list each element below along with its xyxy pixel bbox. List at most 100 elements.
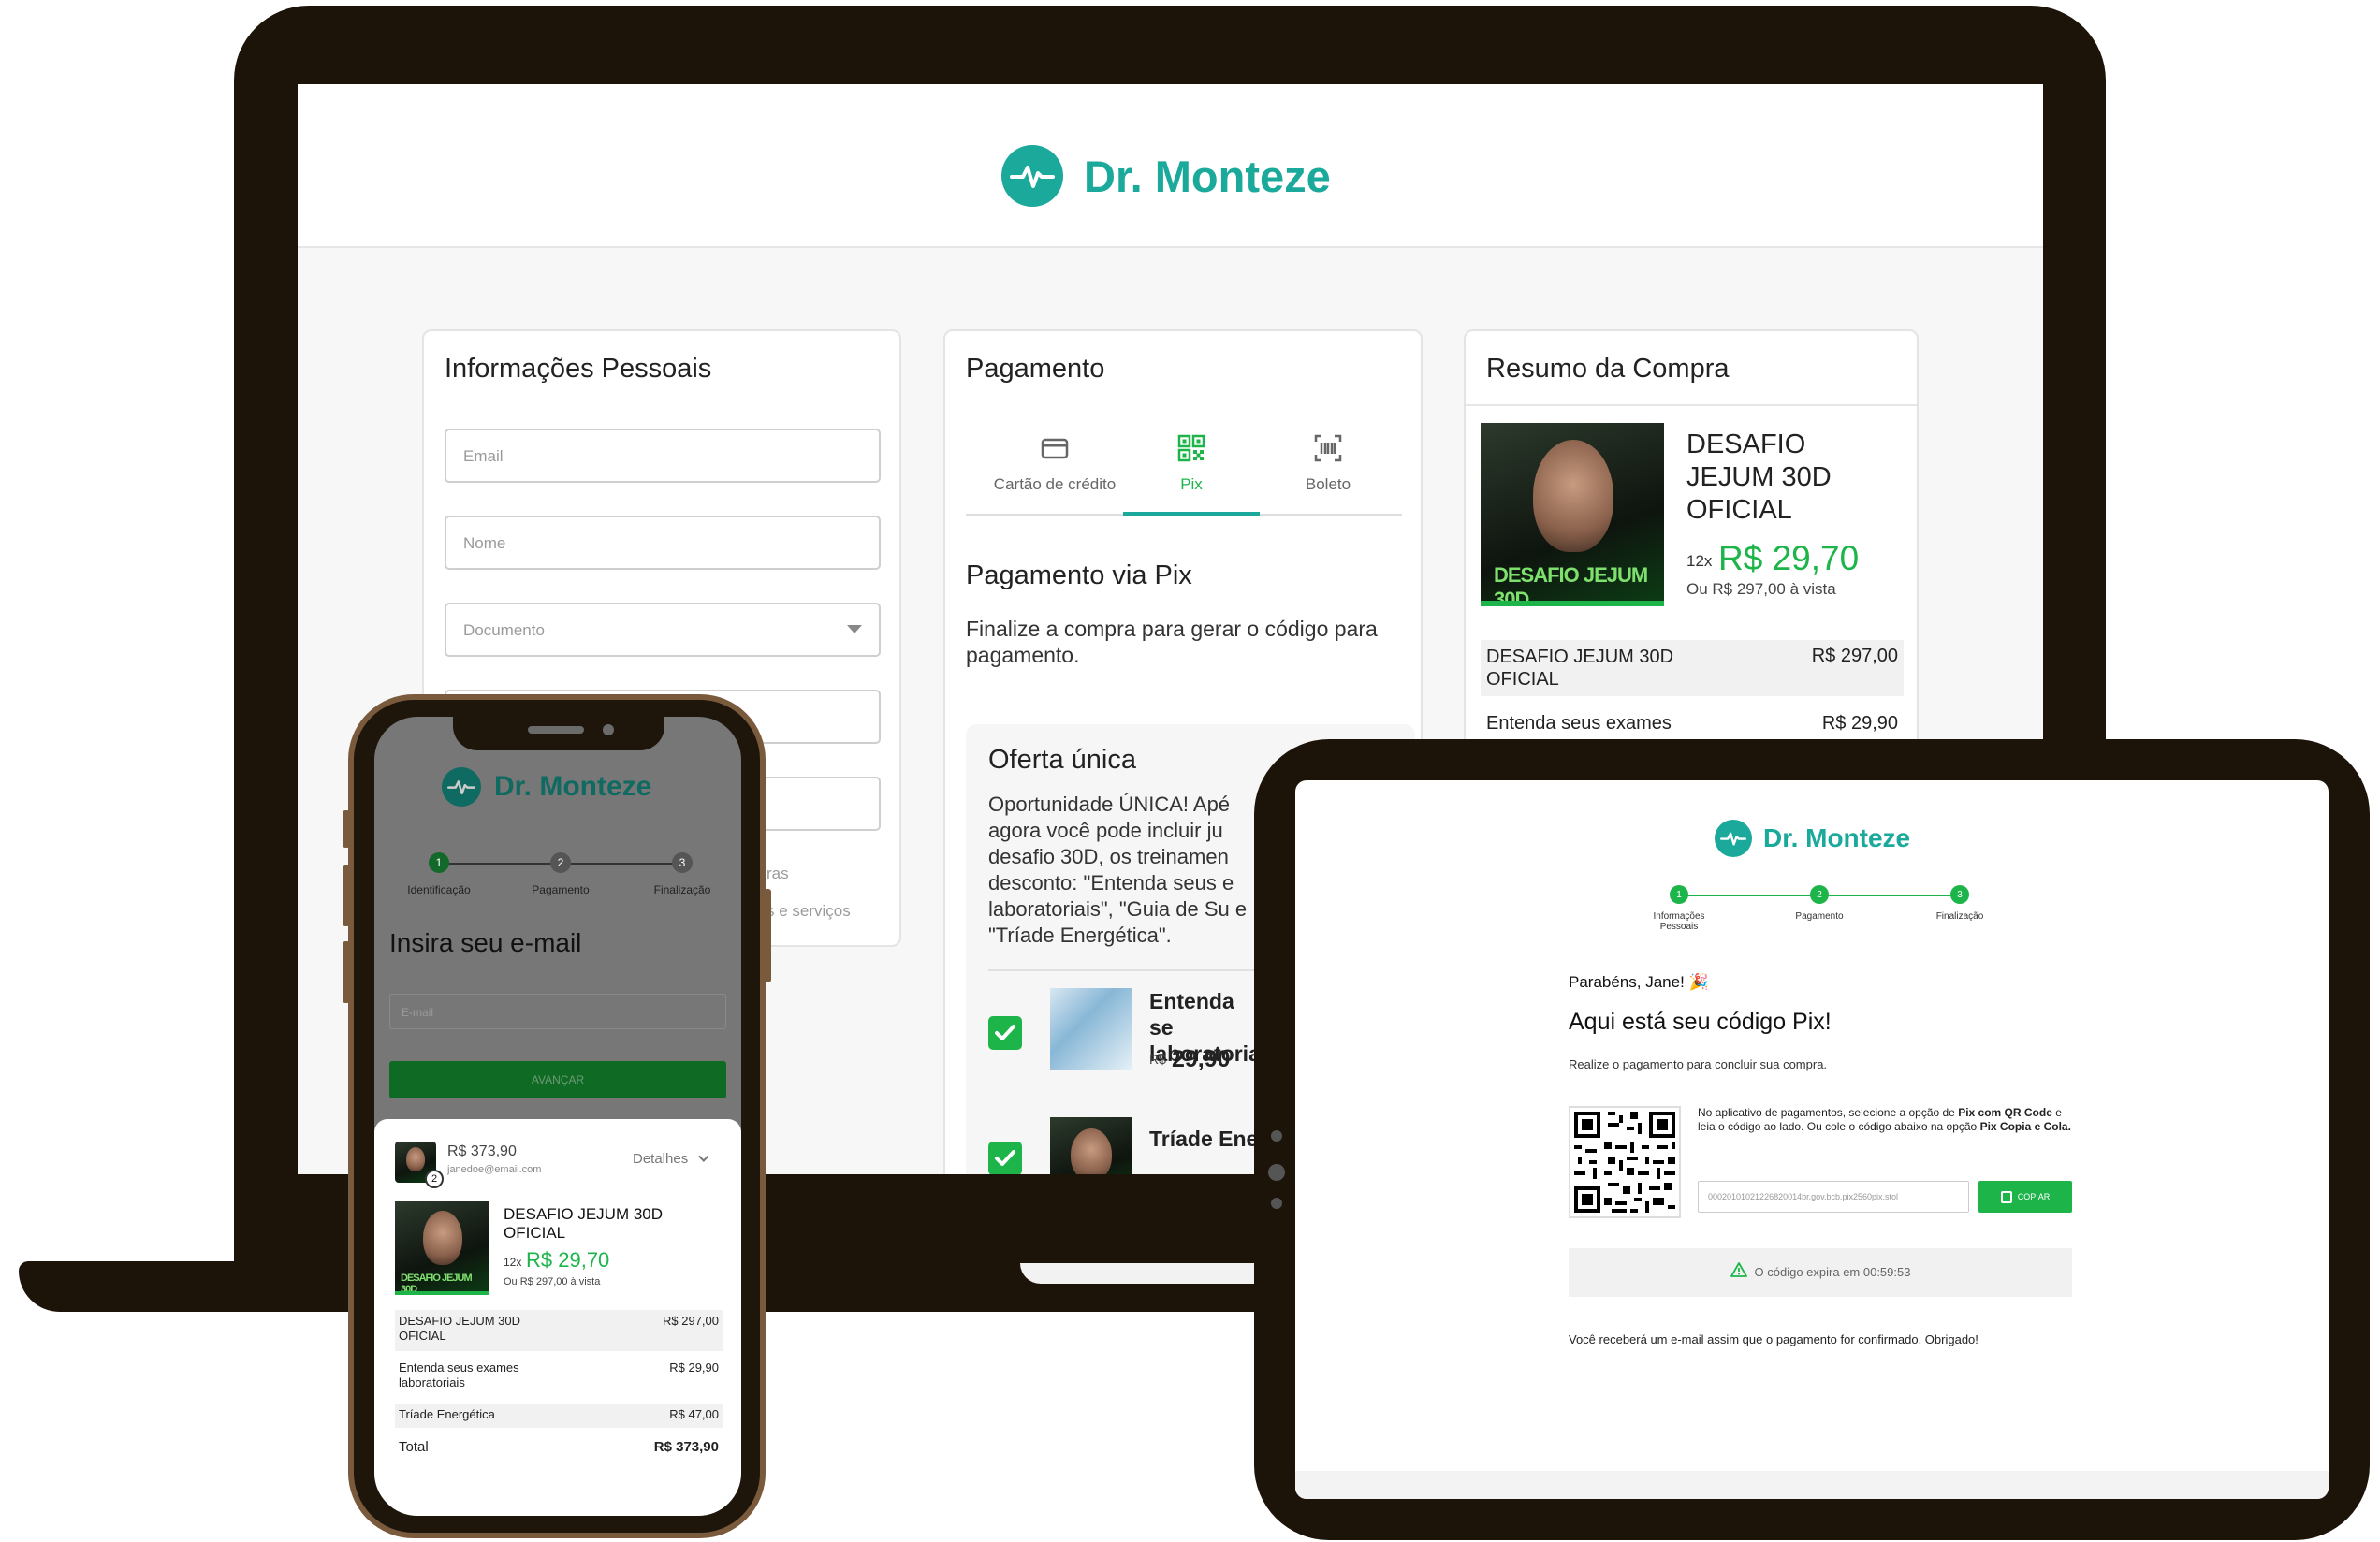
phone-product-title: DESAFIO JEJUM 30D OFICIAL [504,1205,664,1242]
summary-divider [1466,404,1917,406]
offer-title: Oferta única [988,745,1136,775]
offer-item-price: 29,90 [1172,1046,1231,1072]
pix-description: Finalize a compra para gerar o código pa… [966,617,1378,667]
qr-code-icon [1177,434,1205,462]
brand-name: Dr. Monteze [1084,151,1331,201]
tablet-greeting: Parabéns, Jane! 🎉 [1569,973,1709,991]
tablet-bottom-bar [1295,1471,2329,1499]
summary-cash-price: Ou R$ 297,00 à vista [1686,580,1836,598]
tab-active-indicator [1123,512,1260,516]
terms-link[interactable]: ras [767,865,789,883]
phone-line-2-value: R$ 29,90 [669,1360,719,1375]
offer-item-2-checkbox[interactable] [988,1142,1022,1174]
tab-boleto-label: Boleto [1305,475,1351,493]
phone-cart-email: janedoe@email.com [447,1164,542,1175]
phone-brand-logo: Dr. Monteze [442,767,651,807]
offer-item-checkbox[interactable] [988,1016,1022,1050]
name-field[interactable]: Nome [445,516,881,570]
pix-instructions: No aplicativo de pagamentos, selecione a… [1698,1106,2072,1134]
email-placeholder: Email [463,447,504,465]
phone-step-3-label: Finalização [653,883,711,896]
tablet-step-3-dot: 3 [1950,885,1969,904]
pix-expiry-banner: O código expira em 00:59:53 [1569,1248,2072,1297]
triade-thumbnail [1050,1117,1132,1174]
pix-title: Pagamento via Pix [966,560,1192,590]
personal-info-title: Informações Pessoais [445,354,712,384]
phone-step-1-dot: 1 [429,852,449,873]
document-select[interactable]: Documento [445,603,881,657]
summary-title: Resumo da Compra [1486,354,1730,384]
lab-exam-thumbnail [1050,988,1132,1070]
chevron-down-icon [847,625,862,633]
phone-email-placeholder: E-mail [402,1006,434,1019]
summary-line-1-value: R$ 297,00 [1811,646,1898,666]
phone-order-sheet: 2 R$ 373,90 janedoe@email.com Detalhes D… [374,1119,741,1516]
phone-line-1: DESAFIO JEJUM 30D OFICIAL R$ 297,00 [395,1310,723,1351]
chevron-down-icon [698,1151,709,1162]
email-field[interactable]: Email [445,429,881,483]
phone-screen: Dr. Monteze 1 2 3 Identificação Pagament… [374,717,741,1516]
phone-product-thumbnail: DESAFIO JEJUM 30D [395,1201,489,1295]
phone-cart-total: R$ 373,90 [447,1143,517,1159]
summary-line-1: DESAFIO JEJUM 30D OFICIAL R$ 297,00 [1481,640,1904,696]
phone-line-1-value: R$ 297,00 [663,1314,719,1328]
tab-boleto[interactable]: Boleto [1260,434,1396,509]
tablet-heading: Aqui está seu código Pix! [1569,1009,1832,1035]
payment-title: Pagamento [966,354,1105,384]
tablet-step-1-dot: 1 [1670,885,1688,904]
offer-item-2-title: Tríade Ene [1149,1127,1259,1151]
pix-qr-code [1569,1106,1681,1218]
summary-line-2-value: R$ 29,90 [1821,713,1898,734]
tab-pix-label: Pix [1180,475,1203,493]
phone-total-label: Total [399,1439,429,1455]
heartbeat-icon [1001,145,1063,207]
tablet-screen: Dr. Monteze 1 2 3 Informações Pessoais P… [1295,780,2329,1499]
tablet-step-1-label: Informações Pessoais [1653,911,1705,932]
phone-camera [603,724,614,735]
phone-line-3-label: Tríade Energética [399,1407,495,1421]
summary-line-1-label: DESAFIO JEJUM 30D OFICIAL [1486,647,1674,690]
product-thumbnail: DESAFIO JEJUM 30D [1481,423,1664,606]
heartbeat-icon [442,767,481,807]
phone-cash-price: Ou R$ 297,00 à vista [504,1276,601,1287]
services-link[interactable]: s e serviços [767,902,851,921]
pix-expiry-text: O código expira em 00:59:53 [1754,1265,1911,1279]
tablet-step-2-dot: 2 [1810,885,1829,904]
tablet-brand-logo: Dr. Monteze [1715,820,1910,857]
phone-step-2-dot: 2 [550,852,571,873]
phone-installment-price: R$ 29,70 [526,1248,610,1272]
tab-credit-card-label: Cartão de crédito [993,475,1117,493]
phone-line-2-label: Entenda seus exames laboratoriais [399,1360,519,1389]
warning-icon [1730,1249,1747,1298]
tablet-sensor [1271,1130,1282,1142]
summary-line-2: Entenda seus exames R$ 29,90 [1481,707,1904,740]
tab-pix[interactable]: Pix [1123,434,1260,509]
phone-step-2-label: Pagamento [532,883,590,896]
phone-line-3-value: R$ 47,00 [669,1407,719,1421]
phone-line-2: Entenda seus exames laboratoriais R$ 29,… [395,1357,723,1398]
phone-details-label: Detalhes [633,1151,689,1167]
tab-credit-card[interactable]: Cartão de crédito [986,434,1123,509]
pix-instructions-bold-1: Pix com QR Code [1958,1106,2052,1119]
tablet-footer-note: Você receberá um e-mail assim que o paga… [1569,1332,1978,1346]
summary-line-2-label: Entenda seus exames [1486,713,1672,734]
phone-next-button[interactable]: AVANÇAR [389,1061,726,1098]
copy-code-button[interactable]: COPIAR [1978,1181,2072,1213]
phone-details-toggle[interactable]: Detalhes [633,1151,709,1167]
pix-code-field[interactable]: 00020101021226820014br.gov.bcb.pix2560pi… [1698,1181,1969,1213]
barcode-icon [1314,434,1342,462]
summary-installments: 12x [1686,552,1713,570]
checkout-header: Dr. Monteze [298,84,2043,248]
tablet-sensor-2 [1271,1198,1282,1209]
copy-icon [2000,1191,2012,1204]
tablet-step-3-label: Finalização [1935,911,1984,922]
heartbeat-icon [1715,820,1752,857]
phone-line-1-label: DESAFIO JEJUM 30D OFICIAL [399,1314,521,1343]
phone-speaker [528,726,584,734]
tablet-step-2-label: Pagamento [1795,911,1844,922]
name-placeholder: Nome [463,534,506,552]
phone-email-input[interactable]: E-mail [389,994,726,1029]
phone-step-1-label: Identificação [407,883,471,896]
summary-product-title: DESAFIO JEJUM 30D OFICIAL [1686,429,1832,525]
pix-instructions-part-1: No aplicativo de pagamentos, selecione a… [1698,1106,1959,1119]
